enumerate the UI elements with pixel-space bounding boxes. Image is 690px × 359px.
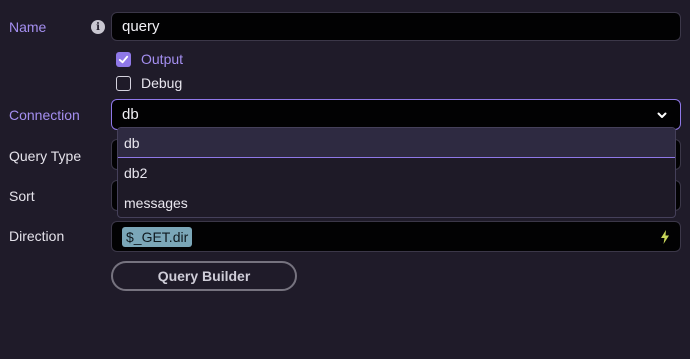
direction-label: Direction	[9, 228, 65, 244]
query-type-label: Query Type	[9, 148, 82, 164]
debug-label: Debug	[141, 75, 183, 91]
sort-label: Sort	[9, 188, 35, 204]
connection-dropdown-menu: db db2 messages	[117, 127, 676, 218]
direction-token[interactable]: $_GET.dir	[122, 226, 193, 247]
name-input[interactable]: query	[111, 12, 681, 41]
lightning-bolt-icon[interactable]	[660, 229, 670, 244]
output-checkbox[interactable]	[116, 51, 131, 67]
direction-input[interactable]: $_GET.dir	[111, 221, 681, 252]
connection-label: Connection	[9, 107, 80, 123]
debug-checkbox[interactable]	[116, 75, 131, 91]
dropdown-option-db[interactable]: db	[118, 128, 675, 158]
info-icon[interactable]: i	[91, 20, 105, 34]
query-builder-button[interactable]: Query Builder	[111, 261, 297, 291]
connection-select-value: db	[122, 106, 139, 123]
properties-panel: Name i query Output Debug Connection db …	[0, 0, 690, 359]
dropdown-option-messages[interactable]: messages	[118, 188, 675, 217]
name-input-value: query	[122, 18, 160, 35]
check-icon	[118, 55, 129, 63]
name-label: Name	[9, 19, 47, 35]
output-label: Output	[141, 51, 184, 67]
debug-checkbox-row[interactable]: Debug	[116, 75, 182, 91]
chevron-down-icon	[657, 112, 667, 118]
output-checkbox-row[interactable]: Output	[116, 51, 183, 67]
connection-select[interactable]: db	[111, 99, 681, 130]
dropdown-option-db2[interactable]: db2	[118, 158, 675, 188]
